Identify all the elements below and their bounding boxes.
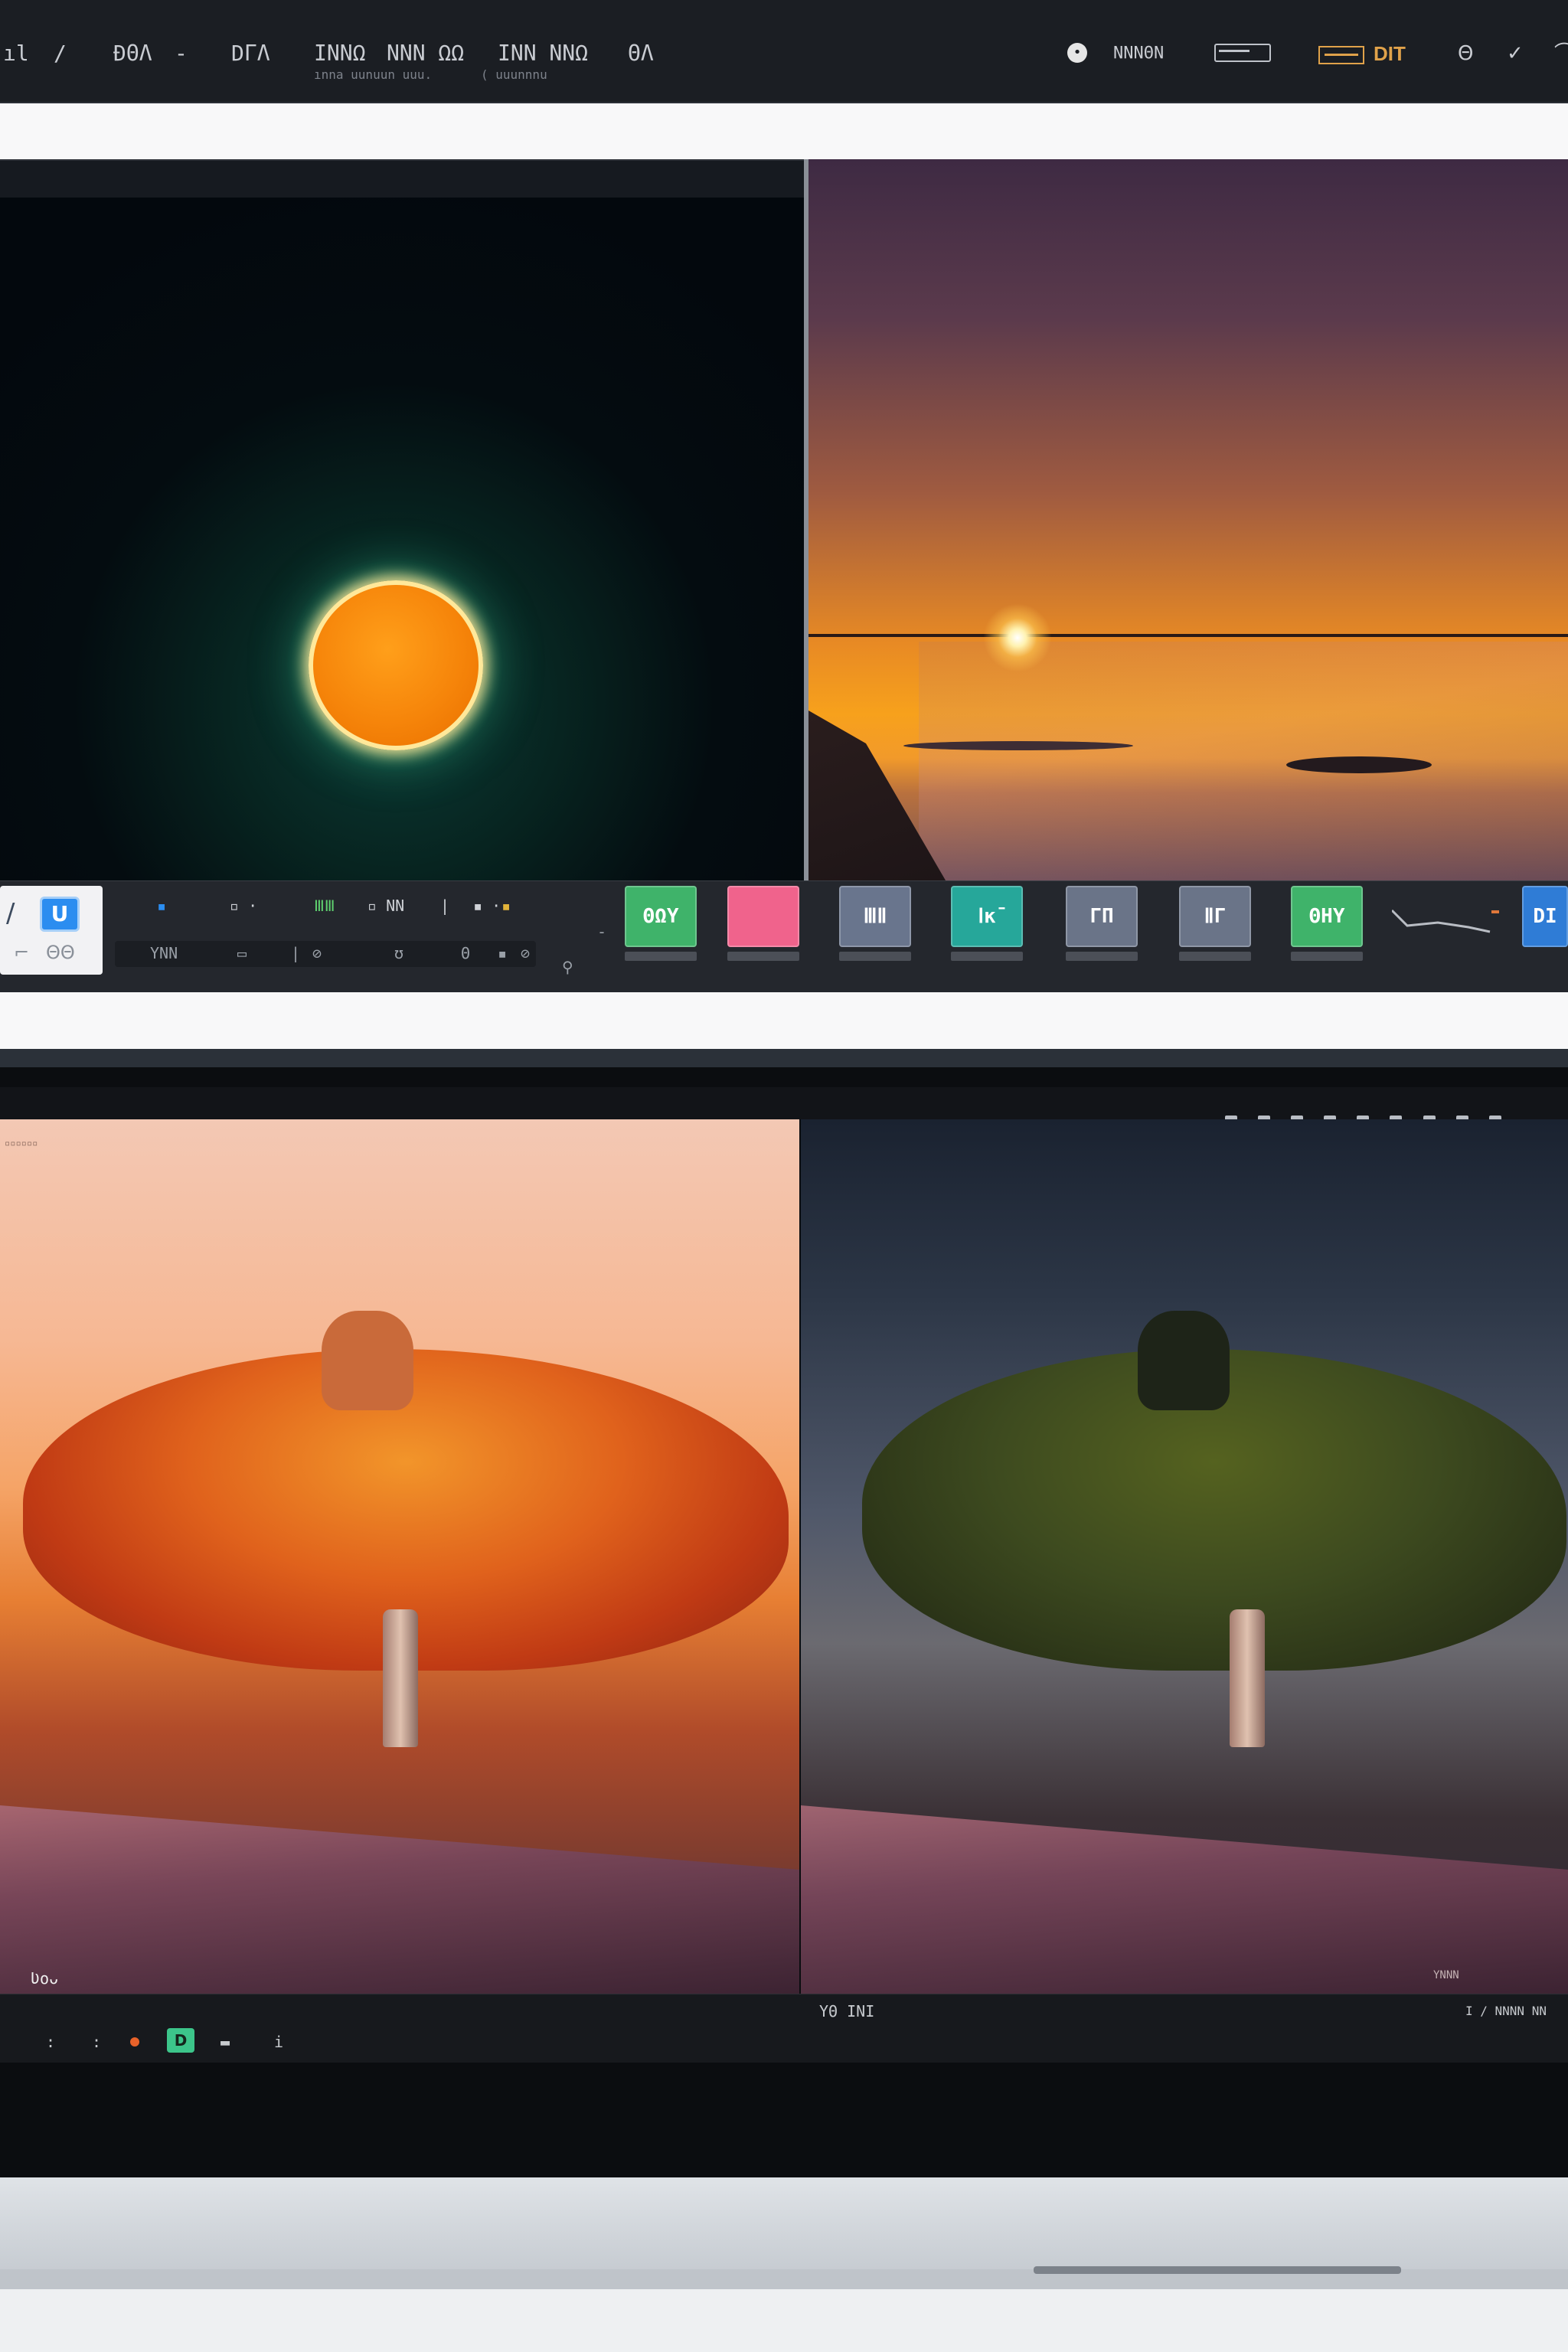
toolbar-glyph-3[interactable]: ▫ ΝΝ (368, 897, 404, 915)
record-dot[interactable] (130, 2037, 139, 2047)
toolbar-glyph-4: | (440, 897, 450, 915)
row2-item-7[interactable]: ⊘ (521, 944, 530, 962)
desk-surface (0, 2289, 1568, 2352)
preset-caption (1179, 952, 1251, 961)
monitor-chin (0, 2177, 1568, 2269)
sunburst (983, 603, 1052, 672)
row2-item-6[interactable]: ▪ (498, 944, 507, 962)
pen-icon[interactable]: / (6, 895, 26, 932)
info-icon[interactable]: • (1067, 43, 1087, 63)
status-glyph-1[interactable]: : (92, 2033, 101, 2051)
glowing-sun (309, 580, 483, 750)
row2-item-2: | (291, 944, 301, 962)
tool-small-2[interactable]: ΘΘ (46, 941, 75, 964)
curve-preset-icon[interactable] (1392, 904, 1491, 935)
check-icon[interactable]: ✓ (1507, 38, 1524, 69)
preset-caption (951, 952, 1023, 961)
upper-toolbar: / U ⌐ ΘΘ ▪ ▫ · ⅢⅢ ▫ ΝΝ | ▪ · ▪ ΥΝΝ ▭ | ⊘… (0, 880, 1568, 992)
preset-marker (1491, 910, 1499, 913)
preset-caption (727, 952, 799, 961)
lower-status-bar: : : D ▬ i ΥΘ ΙΝΙ Ι / ΝΝΝΝ ΝΝ (0, 1994, 1568, 2063)
menu-item-0[interactable]: ıl (3, 38, 29, 69)
preset-tile[interactable]: ΓΠ (1066, 886, 1138, 947)
status-right: Ι / ΝΝΝΝ ΝΝ (1465, 2004, 1547, 2018)
row2-item-1[interactable]: ▭ (237, 944, 247, 962)
row2-item-5[interactable]: Θ (461, 944, 470, 962)
islet (903, 741, 1133, 750)
after-image[interactable]: ΥΝΝΝ (801, 1119, 1568, 1994)
image-caption-right: ΥΝΝΝ (1433, 1969, 1459, 1981)
row2-item-4[interactable]: ʊ (394, 944, 403, 962)
info-icon[interactable]: i (274, 2033, 283, 2051)
menu-item-8[interactable]: ΘΛ (628, 38, 654, 69)
preset-caption (1291, 952, 1363, 961)
before-image[interactable]: ▫▫▫▫▫▫ Ʋοᴗ (0, 1119, 799, 1994)
menu-item-4[interactable]: DΓΛ (231, 38, 270, 69)
row2-item-0[interactable]: ΥΝΝ (150, 944, 178, 962)
toolbar-glyph-0[interactable]: ▪ (157, 897, 166, 915)
menu-item-2[interactable]: ÐΘΛ (113, 38, 152, 69)
separator-middle (0, 992, 1568, 1049)
preset-tile[interactable]: ΘΗΥ (1291, 886, 1363, 947)
tool-small-1[interactable]: ⌐ (14, 941, 29, 964)
selected-tool-chip[interactable]: U (40, 897, 80, 932)
image-label: ▫▫▫▫▫▫ (5, 1138, 38, 1148)
toolbar-glyph-5[interactable]: ▪ · (473, 897, 501, 915)
status-glyph-0[interactable]: : (46, 2033, 55, 2051)
menu-item-7[interactable]: ΙΝΝ ΝΝΩ (498, 38, 588, 69)
toolbar-secondary-row: ΥΝΝ ▭ | ⊘ ʊ Θ ▪ ⊘ (115, 941, 536, 967)
horizon-line (808, 634, 1568, 637)
zoom-field[interactable] (1214, 44, 1271, 62)
menu-bar: ıl / ÐΘΛ - DΓΛ ΙΝΝΩ ΝΝΝ ΩΩ ΙΝΝ ΝΝΩ ΘΛ ın… (0, 0, 1568, 103)
beach-texture (919, 642, 1568, 887)
preset-caption (625, 952, 697, 961)
image-caption-left: Ʋοᴗ (31, 1969, 59, 1988)
search-icon[interactable]: ⚲ (562, 958, 573, 976)
tool-palette: / U ⌐ ΘΘ (0, 886, 103, 975)
lower-editor-panel: ▫▫▫▫▫▫ Ʋοᴗ ΥΝΝΝ : : D ▬ i ΥΘ ΙΝΙ Ι / ΝΝΝ… (0, 1067, 1568, 2177)
tree-trunk (383, 1609, 418, 1747)
edit-label: DIT (1374, 42, 1406, 65)
tree-trunk (1230, 1609, 1265, 1747)
status-chip[interactable]: D (167, 2028, 194, 2053)
monitor-indicator (1034, 2266, 1401, 2274)
lower-bezel (0, 1049, 1568, 1067)
settings-icon[interactable]: Θ (1458, 38, 1473, 69)
curve-icon[interactable]: ⌒ (1554, 38, 1568, 69)
status-glyph-3[interactable]: ▬ (220, 2033, 230, 2051)
pine-top (322, 1311, 413, 1410)
toolbar-glyph-2[interactable]: ⅢⅢ (314, 897, 335, 915)
menu-subtitle-1: ınna uunuun uuu. (314, 67, 433, 82)
preset-tile[interactable]: ⅡΓ (1179, 886, 1251, 947)
edit-button[interactable]: DIT (1318, 38, 1406, 69)
menu-item-5[interactable]: ΙΝΝΩ (314, 38, 365, 69)
preset-tile[interactable] (727, 886, 799, 947)
menu-subtitle-2: ( uuunnnu (481, 67, 547, 82)
preset-tile[interactable]: ΘΩΥ (625, 886, 697, 947)
menu-item-6[interactable]: ΝΝΝ ΩΩ (387, 38, 464, 69)
road (0, 1805, 799, 1994)
preset-tile[interactable]: DI (1522, 886, 1568, 947)
separator-dash: - (597, 923, 607, 941)
preset-tile[interactable]: Ⅰκ̄ (951, 886, 1023, 947)
preset-caption (839, 952, 911, 961)
menu-item-3[interactable]: - (175, 38, 188, 69)
status-middle: ΥΘ ΙΝΙ (819, 2002, 875, 2020)
separator-top (0, 103, 1568, 159)
road (801, 1805, 1568, 1994)
pine-top (1138, 1311, 1230, 1410)
preset-tile[interactable]: ⅢⅡ (839, 886, 911, 947)
lower-header (0, 1087, 1568, 1126)
row2-item-3[interactable]: ⊘ (312, 944, 322, 962)
edit-icon (1318, 46, 1364, 65)
toolbar-glyph-1[interactable]: ▫ · (230, 897, 257, 915)
menu-item-1[interactable]: / (54, 38, 67, 69)
islet (1286, 756, 1432, 773)
zoom-label: ΝΝΝΘΝ (1113, 44, 1165, 63)
toolbar-glyph-6[interactable]: ▪ (501, 897, 511, 915)
preset-caption (1066, 952, 1138, 961)
